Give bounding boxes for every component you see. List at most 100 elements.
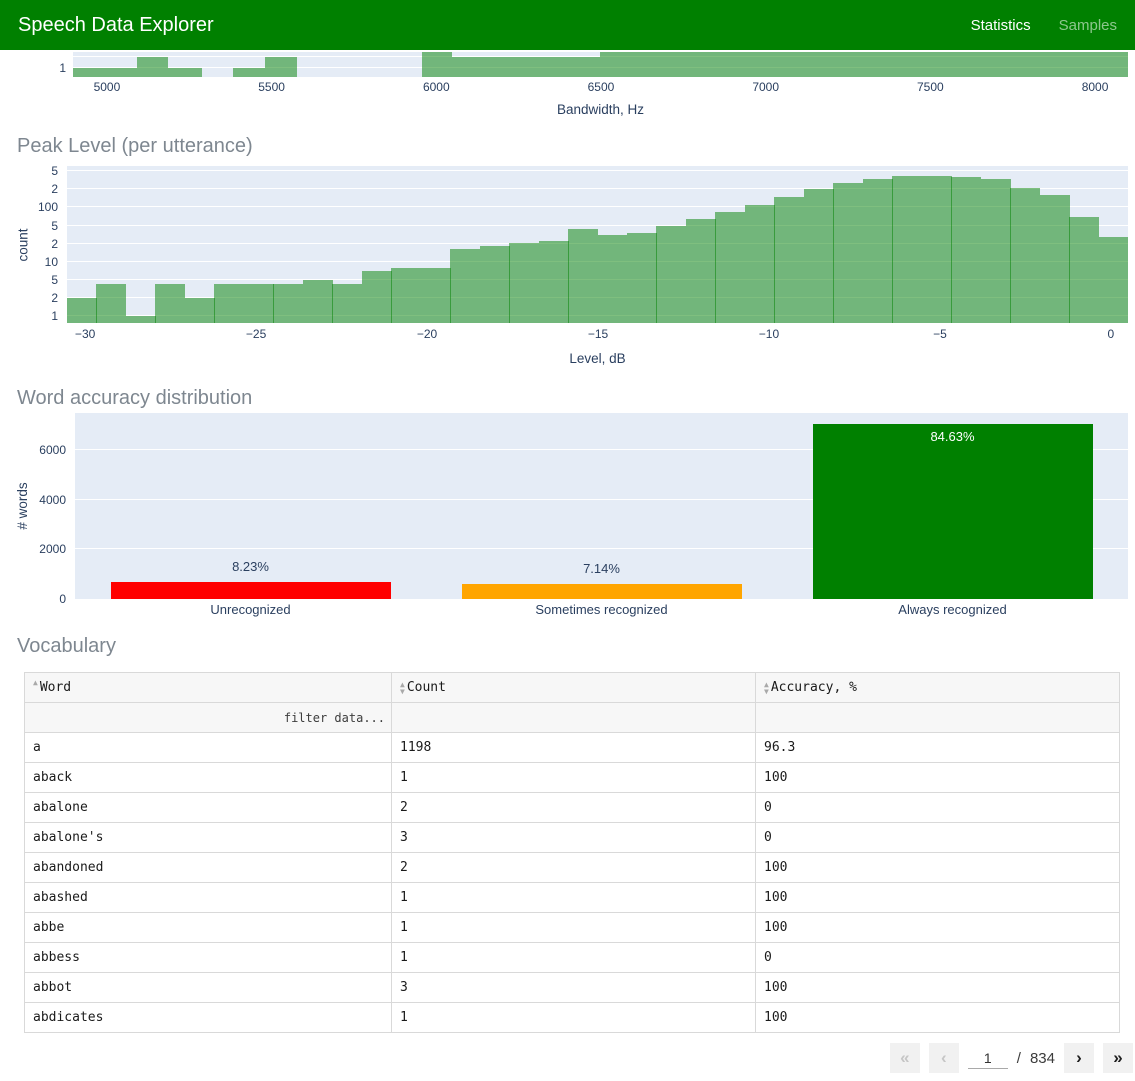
peak-level-title: Peak Level (per utterance) xyxy=(17,135,253,157)
cell-accuracy: 0 xyxy=(755,822,1120,853)
histogram-bar xyxy=(509,242,540,323)
histogram-bar xyxy=(184,297,215,323)
column-header-accuracy[interactable]: ▲ ▼ Accuracy, % xyxy=(755,672,1120,703)
histogram-bar xyxy=(980,179,1011,323)
column-header-word[interactable]: ▲ Word xyxy=(24,672,392,703)
histogram-bar xyxy=(155,284,186,323)
main-nav: Statistics Samples xyxy=(971,17,1117,34)
column-header-label: Count xyxy=(406,680,446,695)
histogram-bar xyxy=(1010,188,1041,323)
table-row: abbess 1 0 xyxy=(24,942,1120,973)
pagination: « ‹ / 834 › » xyxy=(0,1043,1133,1081)
histogram-bar xyxy=(597,234,628,323)
x-tick-label: −30 xyxy=(74,327,96,341)
histogram-bar xyxy=(1098,236,1128,323)
table-row: a 1198 96.3 xyxy=(24,732,1120,763)
y-tick-label: 5 xyxy=(51,272,58,287)
histogram-bar xyxy=(774,196,805,323)
histogram-bar xyxy=(96,284,127,323)
histogram-bar xyxy=(626,232,657,323)
histogram-bar xyxy=(67,297,97,323)
column-header-label: Accuracy, % xyxy=(770,680,857,695)
app-header: Speech Data Explorer Statistics Samples xyxy=(0,0,1135,50)
histogram-bar xyxy=(136,56,168,77)
word-accuracy-title: Word accuracy distribution xyxy=(17,387,253,409)
nav-samples[interactable]: Samples xyxy=(1059,17,1117,34)
accuracy-bar xyxy=(461,584,742,599)
accuracy-bar xyxy=(110,582,391,599)
bandwidth-x-axis-label: Bandwidth, Hz xyxy=(556,102,645,117)
x-tick-label: 6500 xyxy=(587,80,615,94)
cell-count: 3 xyxy=(391,972,756,1003)
histogram-bar xyxy=(420,267,451,323)
bar-percent-label: 8.23% xyxy=(232,559,269,574)
cell-word: abandoned xyxy=(24,852,392,883)
bar-percent-label: 84.63% xyxy=(930,429,975,444)
cell-count: 1198 xyxy=(391,732,756,763)
table-row: abashed 1 100 xyxy=(24,882,1120,913)
x-tick-label: 7000 xyxy=(752,80,780,94)
cell-accuracy: 96.3 xyxy=(755,732,1120,763)
category-label: Unrecognized xyxy=(210,602,291,617)
peak-level-chart: Peak Level (per utterance) count 1 2 5 10 2 5… xyxy=(0,125,1135,380)
column-header-count[interactable]: ▲ ▼ Count xyxy=(391,672,756,703)
y-tick-label: 2 xyxy=(51,290,58,305)
prev-page-icon: ‹ xyxy=(940,1048,947,1067)
y-tick-label: 2 xyxy=(51,182,58,197)
next-page-button[interactable]: › xyxy=(1064,1043,1094,1073)
cell-accuracy: 100 xyxy=(755,912,1120,943)
peak-level-x-axis-label: Level, dB xyxy=(569,351,626,366)
vocabulary-title: Vocabulary xyxy=(17,635,116,657)
histogram-bar xyxy=(332,284,363,323)
cell-count: 1 xyxy=(391,942,756,973)
y-tick-label: 5 xyxy=(51,164,58,179)
last-page-button[interactable]: » xyxy=(1103,1043,1133,1073)
x-tick-label: −20 xyxy=(416,327,438,341)
histogram-bar xyxy=(361,271,392,323)
histogram-bar xyxy=(568,228,598,323)
histogram-bar xyxy=(892,176,923,323)
y-tick-label: 1 xyxy=(51,309,58,323)
cell-count: 1 xyxy=(391,762,756,793)
filter-cell[interactable] xyxy=(24,702,392,733)
histogram-bar xyxy=(538,240,569,323)
histogram-bar xyxy=(125,316,156,323)
cell-word: abalone's xyxy=(24,822,392,853)
vocabulary-filter-input[interactable] xyxy=(33,709,387,726)
cell-word: a xyxy=(24,732,392,763)
first-page-button[interactable]: « xyxy=(889,1043,920,1073)
word-accuracy-y-ticks: 0 2000 4000 6000 xyxy=(0,413,70,606)
filter-row xyxy=(24,702,1120,733)
histogram-bar xyxy=(264,56,297,77)
cell-accuracy: 100 xyxy=(755,882,1120,913)
histogram-bar xyxy=(1039,195,1070,323)
next-page-icon: › xyxy=(1076,1048,1082,1067)
y-tick-label: 100 xyxy=(37,200,58,215)
histogram-bar xyxy=(391,267,422,323)
cell-word: aback xyxy=(24,762,392,793)
cell-count: 1 xyxy=(391,1002,756,1033)
peak-level-y-ticks: 1 2 5 10 2 5 100 2 5 xyxy=(0,164,62,323)
cell-word: abbe xyxy=(24,912,392,943)
cell-count: 1 xyxy=(391,912,756,943)
cell-accuracy: 100 xyxy=(755,972,1120,1003)
nav-statistics[interactable]: Statistics xyxy=(971,17,1031,34)
y-tick-label: 2000 xyxy=(39,542,66,557)
x-tick-label: 8000 xyxy=(1081,80,1109,94)
prev-page-button[interactable]: ‹ xyxy=(928,1043,959,1073)
cell-accuracy: 0 xyxy=(755,942,1120,973)
histogram-bar xyxy=(232,68,265,77)
histogram-bar xyxy=(1069,216,1100,323)
histogram-bar xyxy=(715,211,746,323)
page-number-input[interactable] xyxy=(967,1047,1008,1069)
histogram-bar xyxy=(951,177,982,323)
y-tick-label: 4000 xyxy=(39,492,66,507)
histogram-bar xyxy=(273,284,304,323)
x-tick-label: 5000 xyxy=(93,80,121,94)
histogram-bar xyxy=(302,279,333,323)
histogram-bar xyxy=(214,284,245,323)
category-label: Always recognized xyxy=(898,602,1007,617)
histogram-bar xyxy=(921,175,952,323)
cell-accuracy: 100 xyxy=(755,762,1120,793)
histogram-bar xyxy=(73,68,137,77)
